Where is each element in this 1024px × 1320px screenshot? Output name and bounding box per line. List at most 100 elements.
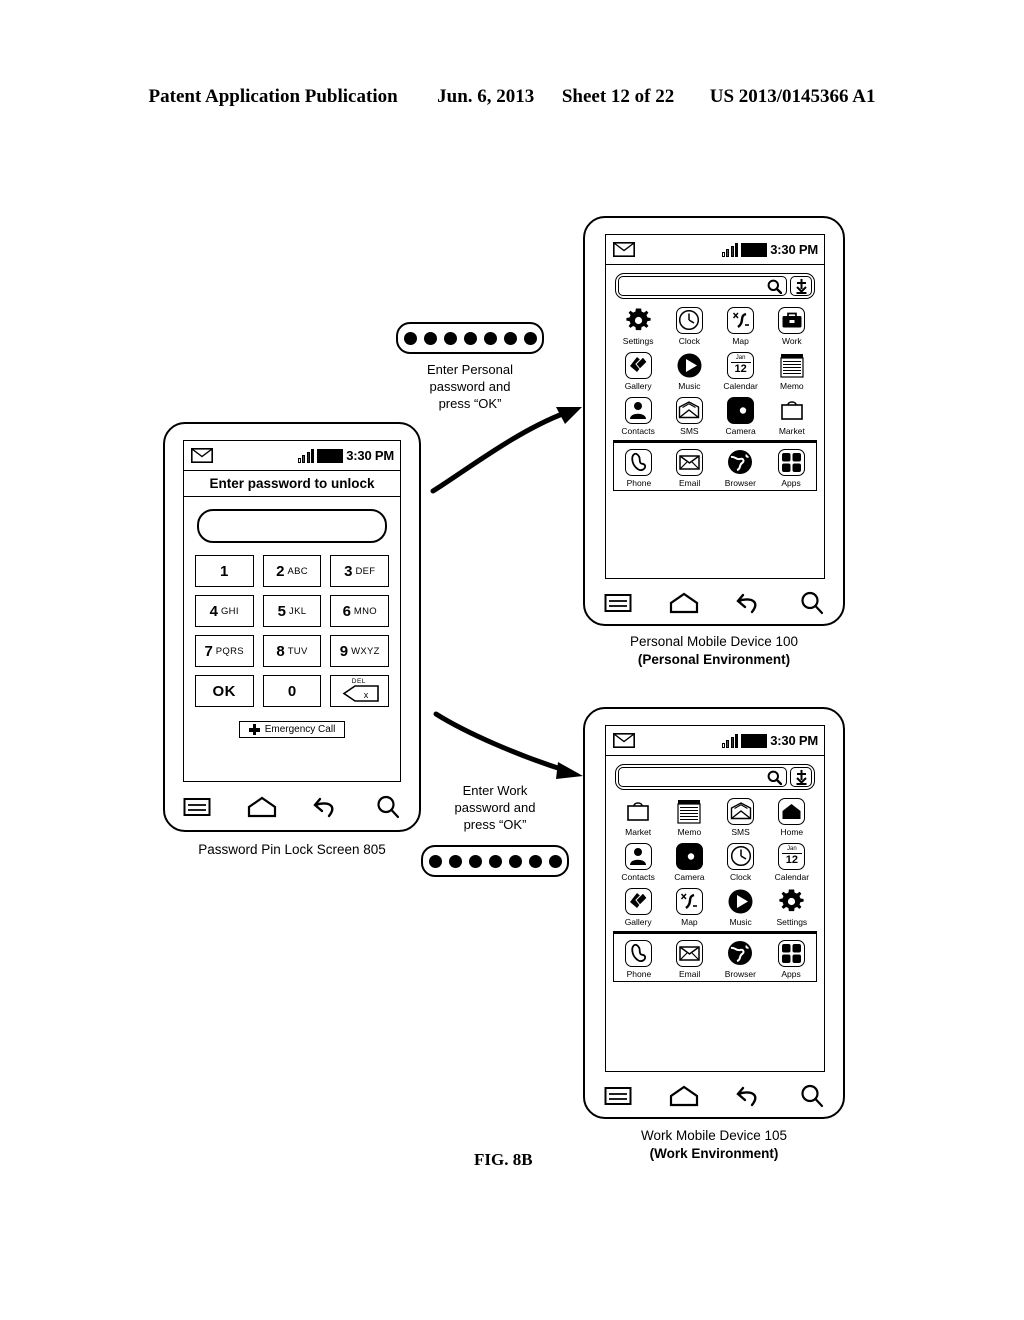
key-0[interactable]: 0	[262, 675, 322, 707]
app-gallery[interactable]: Gallery	[613, 350, 664, 391]
gallery-icon	[623, 350, 653, 380]
search-input[interactable]	[617, 767, 788, 787]
envelope-icon	[675, 938, 705, 968]
password-dot	[448, 854, 462, 868]
app-label: Map	[732, 336, 749, 346]
app-market[interactable]: Market	[766, 395, 817, 436]
battery-icon	[317, 448, 344, 463]
key-letters: MNO	[353, 605, 377, 617]
personal-callout-line1: Enter Personal	[427, 362, 513, 377]
search-input[interactable]	[617, 276, 788, 296]
dock-browser[interactable]: Browser	[715, 447, 766, 488]
search-icon[interactable]	[375, 795, 401, 819]
dock-email[interactable]: Email	[664, 938, 715, 979]
personal-app-grid: Settings Clock Map Work Gallery Music Ja…	[613, 305, 818, 436]
app-calendar[interactable]: Jan 12 Calendar	[766, 841, 817, 882]
dock-email[interactable]: Email	[664, 447, 715, 488]
menu-icon[interactable]	[604, 592, 632, 614]
key-2[interactable]: 2 ABC	[262, 555, 322, 587]
key-8[interactable]: 8 TUV	[262, 635, 322, 667]
app-settings[interactable]: Settings	[766, 886, 817, 927]
key-ok[interactable]: OK	[194, 675, 254, 707]
app-memo[interactable]: Memo	[766, 350, 817, 391]
calendar-month: Jan	[735, 354, 746, 361]
key-letters: JKL	[289, 605, 307, 617]
back-icon[interactable]	[313, 796, 339, 818]
menu-icon[interactable]	[183, 796, 211, 818]
personal-nav-bar	[585, 584, 843, 622]
svg-text:x: x	[364, 690, 369, 700]
app-settings[interactable]: Settings	[613, 305, 664, 346]
app-label: Memo	[677, 827, 702, 837]
app-music[interactable]: Music	[715, 886, 766, 927]
app-work[interactable]: Work	[766, 305, 817, 346]
key-6[interactable]: 6 MNO	[330, 595, 390, 627]
work-nav-bar	[585, 1077, 843, 1115]
key-1[interactable]: 1	[194, 555, 254, 587]
camera-icon	[726, 395, 756, 425]
home-icon[interactable]	[669, 1085, 699, 1107]
key-letters: PQRS	[215, 645, 244, 657]
app-sms[interactable]: SMS	[715, 796, 766, 837]
work-callout-text: Enter Work password and press “OK”	[420, 783, 570, 834]
key-9[interactable]: 9 WXYZ	[330, 635, 390, 667]
password-dot	[468, 854, 482, 868]
app-sms[interactable]: SMS	[664, 395, 715, 436]
search-icon[interactable]	[799, 1084, 825, 1108]
app-camera[interactable]: Camera	[664, 841, 715, 882]
app-label: Work	[781, 336, 802, 346]
back-icon[interactable]	[735, 1085, 762, 1107]
dock-label: Phone	[626, 478, 652, 488]
map-icon	[726, 305, 756, 335]
app-music[interactable]: Music	[664, 350, 715, 391]
work-status-indicators: 3:30 PM	[721, 733, 824, 748]
dock-apps[interactable]: Apps	[766, 447, 817, 488]
work-callout-line2: password and	[454, 799, 536, 815]
search-icon[interactable]	[799, 591, 825, 615]
personal-device-caption: Personal Mobile Device 100 (Personal Env…	[583, 633, 845, 669]
dock-apps[interactable]: Apps	[766, 938, 817, 979]
app-clock[interactable]: Clock	[664, 305, 715, 346]
app-label: Gallery	[624, 917, 652, 927]
dock-phone[interactable]: Phone	[614, 938, 665, 979]
arrow-to-work-device	[433, 711, 583, 779]
voice-search-button[interactable]	[790, 767, 813, 787]
app-memo[interactable]: Memo	[664, 796, 715, 837]
key-5[interactable]: 5 JKL	[262, 595, 322, 627]
lock-status-indicators: 3:30 PM	[297, 448, 400, 463]
dock-browser[interactable]: Browser	[715, 938, 766, 979]
emergency-call-button[interactable]: Emergency Call	[238, 721, 346, 738]
app-gallery[interactable]: Gallery	[613, 886, 664, 927]
app-map[interactable]: Map	[715, 305, 766, 346]
work-mobile-device: 3:30 PM Market Memo SMS Home Contacts Ca…	[583, 707, 845, 1119]
calendar-icon: Jan 12	[777, 841, 807, 871]
personal-caption-line1: Personal Mobile Device 100	[629, 634, 799, 649]
key-digit: 0	[287, 682, 297, 700]
back-icon[interactable]	[735, 592, 762, 614]
mic-icon	[796, 770, 807, 785]
app-market[interactable]: Market	[613, 796, 664, 837]
key-delete[interactable]: DEL x	[330, 675, 390, 707]
home-icon[interactable]	[669, 592, 699, 614]
personal-search-bar	[614, 273, 816, 299]
password-input[interactable]	[196, 509, 388, 543]
key-4[interactable]: 4 GHI	[194, 595, 254, 627]
voice-search-button[interactable]	[790, 276, 813, 296]
app-contacts[interactable]: Contacts	[613, 841, 664, 882]
key-7[interactable]: 7 PQRS	[194, 635, 254, 667]
dock-label: Email	[679, 969, 701, 979]
envelope-open-icon	[726, 796, 756, 826]
app-map[interactable]: Map	[664, 886, 715, 927]
app-contacts[interactable]: Contacts	[613, 395, 664, 436]
dock-phone[interactable]: Phone	[614, 447, 665, 488]
app-camera[interactable]: Camera	[715, 395, 766, 436]
key-letters: DEF	[355, 565, 376, 577]
app-clock[interactable]: Clock	[715, 841, 766, 882]
key-3[interactable]: 3 DEF	[330, 555, 390, 587]
menu-icon[interactable]	[604, 1085, 632, 1107]
home-icon[interactable]	[247, 796, 277, 818]
app-calendar[interactable]: Jan 12 Calendar	[715, 350, 766, 391]
key-letters: WXYZ	[351, 645, 380, 657]
app-home[interactable]: Home	[766, 796, 817, 837]
grid-icon	[776, 447, 806, 477]
